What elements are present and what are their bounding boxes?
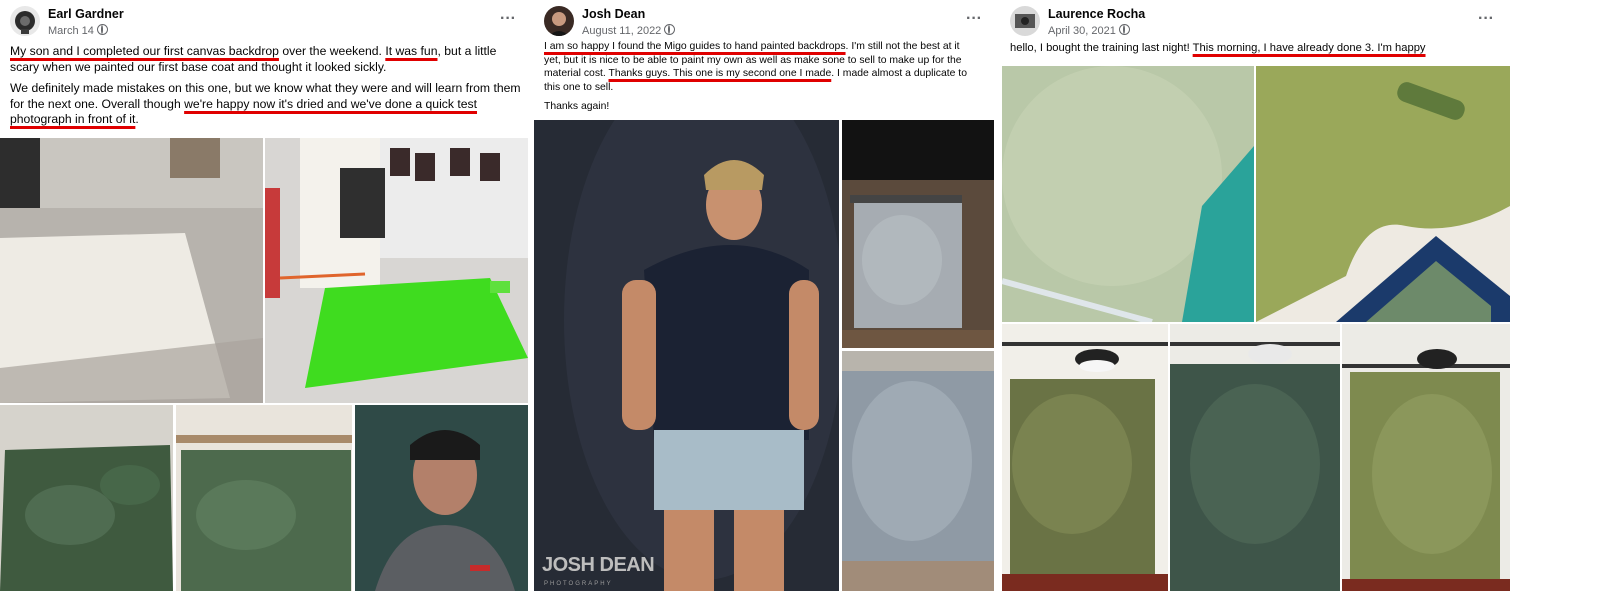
post-text: hello, I bought the training last night!	[1010, 42, 1193, 54]
photo-green-canvas-pole[interactable]	[1002, 66, 1254, 322]
globe-icon	[664, 24, 676, 35]
post-date[interactable]: April 30, 2021	[1048, 24, 1130, 37]
photo-backdrop-hanging-1[interactable]	[1002, 324, 1168, 591]
more-horizontal-icon[interactable]: ···	[500, 10, 516, 28]
highlighted-text: It was fun	[385, 44, 438, 58]
photo-green-paint-roller[interactable]	[1256, 66, 1510, 322]
highlighted-text: Thanks guys. This one is my second one I…	[608, 68, 832, 79]
post-josh-dean: Josh Dean August 11, 2022 ··· I am so ha…	[534, 0, 998, 591]
post-body: I am so happy I found the Migo guides to…	[544, 40, 972, 120]
photographer-watermark: JOSH DEAN	[542, 554, 655, 576]
photo-floor-canvas[interactable]	[0, 138, 263, 403]
more-horizontal-icon[interactable]: ···	[966, 10, 982, 28]
photo-backdrop-floor[interactable]	[0, 405, 173, 591]
author-name[interactable]: Laurence Rocha	[1048, 7, 1145, 21]
post-text: over the weekend.	[278, 44, 386, 58]
post-paragraph: We definitely made mistakes on this one,…	[10, 81, 524, 128]
post-earl-gardner: Earl Gardner March 14 ··· My son and I c…	[0, 0, 532, 591]
photo-backdrop-hanging-3[interactable]	[1342, 324, 1510, 591]
photo-backdrop-hanging[interactable]	[176, 405, 352, 591]
post-text: Thanks again!	[544, 101, 610, 112]
highlighted-text: This morning, I have already done 3. I'm…	[1192, 42, 1426, 54]
post-text: .	[135, 112, 139, 126]
avatar[interactable]	[10, 6, 40, 36]
post-paragraph: hello, I bought the training last night!…	[1010, 42, 1490, 56]
post-paragraph: Thanks again!	[544, 100, 972, 114]
post-date[interactable]: August 11, 2022	[582, 24, 676, 37]
photo-backdrop-hanging-2[interactable]	[1170, 324, 1340, 591]
photo-green-canvas[interactable]	[265, 138, 528, 403]
post-body: hello, I bought the training last night!…	[1010, 42, 1490, 62]
post-laurence-rocha: Laurence Rocha April 30, 2021 ··· hello,…	[1000, 0, 1510, 591]
photo-portrait[interactable]	[355, 405, 528, 591]
avatar[interactable]	[1010, 6, 1040, 36]
globe-icon	[96, 24, 108, 35]
post-paragraph: I am so happy I found the Migo guides to…	[544, 40, 972, 94]
photo-grey-backdrop-hanging[interactable]	[842, 120, 994, 348]
post-header: Earl Gardner March 14 ···	[10, 6, 522, 40]
photo-model-portrait[interactable]: JOSH DEAN PHOTOGRAPHY	[534, 120, 839, 591]
avatar[interactable]	[544, 6, 574, 36]
author-name[interactable]: Earl Gardner	[48, 7, 124, 21]
post-header: Josh Dean August 11, 2022 ···	[544, 6, 988, 40]
post-header: Laurence Rocha April 30, 2021 ···	[1010, 6, 1500, 40]
post-body: My son and I completed our first canvas …	[10, 44, 524, 134]
globe-icon	[1118, 24, 1130, 35]
more-horizontal-icon[interactable]: ···	[1478, 10, 1494, 28]
photo-grey-backdrop-floor[interactable]	[842, 351, 994, 591]
post-paragraph: My son and I completed our first canvas …	[10, 44, 524, 75]
post-date[interactable]: March 14	[48, 24, 108, 37]
author-name[interactable]: Josh Dean	[582, 7, 645, 21]
highlighted-text: My son and I completed our first canvas …	[10, 44, 279, 58]
photographer-watermark-sub: PHOTOGRAPHY	[544, 581, 613, 587]
highlighted-text: I am so happy I found the Migo guides to…	[544, 41, 846, 52]
